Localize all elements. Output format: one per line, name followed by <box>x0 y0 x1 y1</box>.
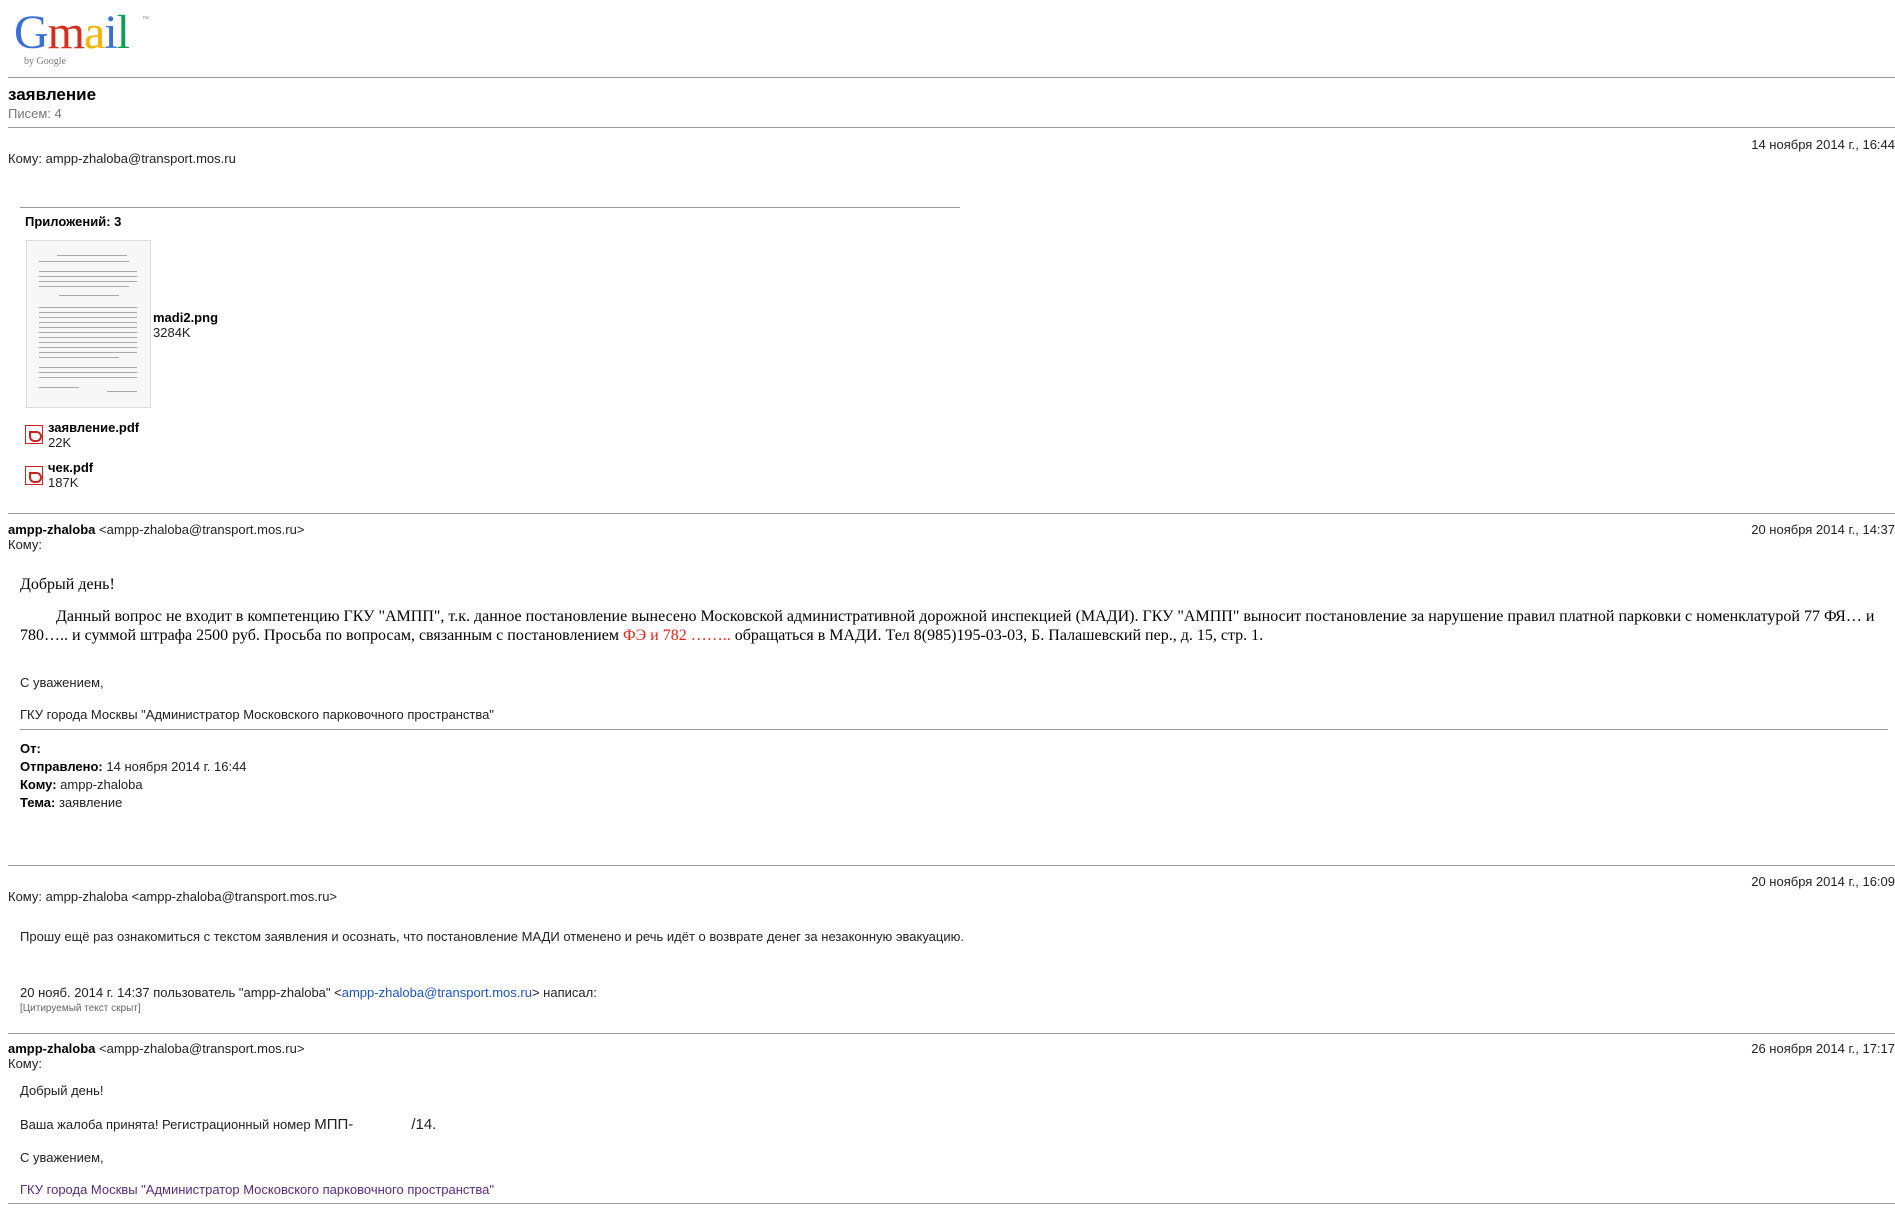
registration-suffix: /14. <box>411 1116 437 1133</box>
divider <box>20 729 1888 730</box>
message-date: 14 ноября 2014 г., 16:44 <box>1751 137 1895 152</box>
attachment-size: 187K <box>48 475 79 490</box>
divider <box>8 77 1895 78</box>
quoted-sent: Отправлено: 14 ноября 2014 г. 16:44 <box>20 759 247 774</box>
recipient-line: Кому: <box>8 1056 42 1071</box>
greeting: Добрый день! <box>20 576 115 593</box>
body-text: 780….. и суммой штрафа 2500 руб. Просьба… <box>20 627 623 644</box>
pdf-icon <box>25 425 43 444</box>
signature-org: ГКУ города Москвы "Администратор Московс… <box>20 1182 494 1197</box>
attachment-size: 22K <box>48 435 72 450</box>
quoted-subject-label: Тема: <box>20 795 56 810</box>
body-text: Прошу ещё раз ознакомиться с текстом зая… <box>20 929 964 944</box>
recipient-line: Кому: ampp-zhaloba@transport.mos.ru <box>8 151 236 166</box>
sender-address: <ampp-zhaloba@transport.mos.ru> <box>99 1041 305 1056</box>
divider <box>8 865 1895 866</box>
divider <box>20 207 960 208</box>
attachments-count: Приложений: 3 <box>25 214 122 229</box>
divider <box>8 1203 1895 1204</box>
hidden-quote-toggle[interactable]: [Цитируемый текст скрыт] <box>20 1003 141 1014</box>
quoted-to: Кому: ampp-zhaloba <box>20 777 143 792</box>
sender-name: ampp-zhaloba <box>8 522 96 537</box>
quoted-sent-label: Отправлено: <box>20 759 103 774</box>
thread-subject: заявление <box>8 85 97 104</box>
body-line: Данный вопрос не входит в компетенцию ГК… <box>56 608 1875 625</box>
quoted-to-value: ampp-zhaloba <box>60 777 143 792</box>
registration-line: Ваша жалоба принята! Регистрационный ном… <box>20 1116 436 1133</box>
message-date: 20 ноября 2014 г., 16:09 <box>1751 874 1895 889</box>
email-link[interactable]: ampp-zhaloba@transport.mos.ru <box>342 985 532 1000</box>
recipient-line: Кому: <box>8 537 42 552</box>
quoted-subject: Тема: заявление <box>20 795 122 810</box>
quoted-to-label: Кому: <box>20 777 57 792</box>
registration-prefix: МПП- <box>314 1116 354 1133</box>
divider <box>8 1033 1895 1034</box>
sender-line: ampp-zhaloba <ampp-zhaloba@transport.mos… <box>8 1041 304 1056</box>
gmail-logo-tm: ™ <box>142 16 149 23</box>
gmail-logo-by: by Google <box>24 56 66 67</box>
greeting: Добрый день! <box>20 1083 104 1098</box>
gmail-logo-word: Gmail <box>14 6 130 59</box>
quote-header: 20 нояб. 2014 г. 14:37 пользователь "amp… <box>20 985 597 1000</box>
attachment-name[interactable]: заявление.pdf <box>48 420 139 435</box>
gmail-logo: Gmail ™ by Google <box>14 6 149 68</box>
quote-header-text: 20 нояб. 2014 г. 14:37 пользователь "amp… <box>20 985 342 1000</box>
decree-number: ФЭ и 782 …….. <box>622 627 731 644</box>
body-text: обращаться в МАДИ. Тел 8(985)195-03-03, … <box>730 627 1264 644</box>
message-date: 20 ноября 2014 г., 14:37 <box>1751 522 1895 537</box>
sender-name: ampp-zhaloba <box>8 1041 96 1056</box>
sender-line: ampp-zhaloba <ampp-zhaloba@transport.mos… <box>8 522 304 537</box>
message-count: Писем: 4 <box>8 106 62 121</box>
recipient-line: Кому: ampp-zhaloba <ampp-zhaloba@transpo… <box>8 889 338 904</box>
quoted-subject-value: заявление <box>58 795 123 810</box>
registration-text: Ваша жалоба принята! Регистрационный ном… <box>20 1117 315 1132</box>
image-thumbnail[interactable] <box>26 240 151 408</box>
pdf-icon <box>25 466 43 485</box>
quoted-from-label: От: <box>20 741 41 756</box>
attachment-size: 3284K <box>153 325 191 340</box>
quoted-sent-value: 14 ноября 2014 г. 16:44 <box>106 759 247 774</box>
divider <box>8 513 1895 514</box>
body-line: 780….. и суммой штрафа 2500 руб. Просьба… <box>20 627 1263 645</box>
regards: С уважением, <box>20 675 104 690</box>
attachment-name[interactable]: чек.pdf <box>48 460 93 475</box>
message-date: 26 ноября 2014 г., 17:17 <box>1751 1041 1895 1056</box>
signature-org: ГКУ города Москвы "Администратор Московс… <box>20 707 494 722</box>
quote-header-text: > написал: <box>531 985 597 1000</box>
attachment-name[interactable]: madi2.png <box>153 310 218 325</box>
regards: С уважением, <box>20 1150 104 1165</box>
divider <box>8 127 1895 128</box>
sender-address: <ampp-zhaloba@transport.mos.ru> <box>99 522 305 537</box>
